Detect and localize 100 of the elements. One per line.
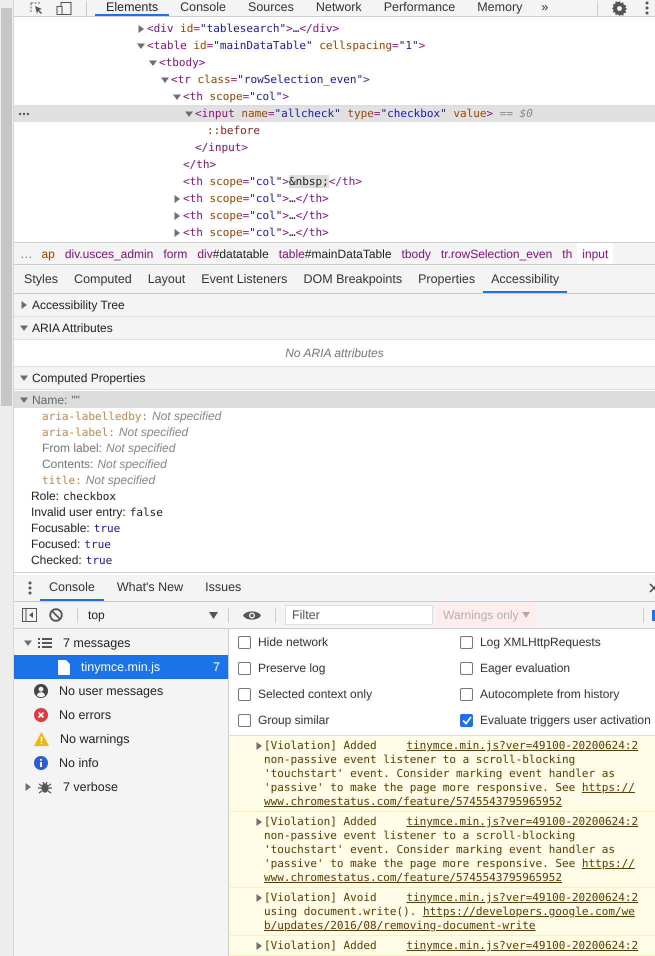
caret-down-icon[interactable] xyxy=(173,92,181,100)
breadcrumb-item[interactable]: ap xyxy=(36,243,60,264)
dom-tree-row[interactable]: <th scope="col"> xyxy=(14,88,655,105)
breadcrumb-item[interactable]: form xyxy=(158,243,192,264)
breadcrumb-item[interactable]: th xyxy=(557,243,578,264)
source-link[interactable]: tinymce.min.js?ver=49100-20200624:2 xyxy=(406,891,638,905)
caret-down-icon[interactable] xyxy=(24,639,32,647)
source-link[interactable]: tinymce.min.js?ver=49100-20200624:2 xyxy=(406,939,638,953)
checkbox[interactable] xyxy=(238,636,251,648)
checkbox[interactable] xyxy=(460,714,473,726)
sidebar-toggle-icon[interactable] xyxy=(22,608,37,622)
dom-tree-row[interactable]: <th scope="col">&nbsp;</th> xyxy=(14,173,655,190)
section-header[interactable]: Accessibility Tree xyxy=(14,294,655,317)
section-header[interactable]: Computed Properties xyxy=(14,367,655,390)
html-element-code: <tr class="rowSelection_even"> xyxy=(171,73,370,86)
scrollbar[interactable] xyxy=(0,0,14,956)
sidebar-item[interactable]: tinymce.min.js 7 xyxy=(14,655,228,679)
file-icon xyxy=(58,660,70,674)
devtools-tab[interactable]: Elements xyxy=(95,0,170,16)
more-options-icon[interactable] xyxy=(28,581,32,595)
breadcrumb-item[interactable]: input xyxy=(577,243,614,264)
breadcrumb-overflow-button[interactable]: … xyxy=(14,243,36,264)
devtools-tab[interactable]: Console xyxy=(169,0,237,16)
sidebar-item[interactable]: 7 messages xyxy=(14,631,228,655)
devtools-tab[interactable]: Sources xyxy=(236,0,305,16)
dom-tree-row[interactable]: <tbody> xyxy=(14,54,655,71)
checkbox[interactable] xyxy=(238,714,251,726)
caret-down-icon[interactable] xyxy=(161,76,169,84)
source-link[interactable]: tinymce.min.js?ver=49100-20200624:2 xyxy=(406,815,638,829)
sidebar-item[interactable]: No user messages xyxy=(14,679,228,703)
checkbox[interactable] xyxy=(460,688,473,700)
html-element-code: <th scope="col">…</th> xyxy=(183,226,329,239)
breadcrumb-item[interactable]: div.usces_admin xyxy=(60,243,158,264)
checkbox[interactable] xyxy=(460,662,473,674)
sidebar-item[interactable]: No warnings xyxy=(14,727,228,751)
caret-right-icon[interactable] xyxy=(173,194,181,202)
caret-right-icon[interactable] xyxy=(173,212,181,220)
sidebar-item[interactable]: No errors xyxy=(14,703,228,727)
more-options-icon[interactable] xyxy=(645,1,649,15)
checkbox[interactable] xyxy=(238,688,251,700)
clear-console-icon[interactable] xyxy=(49,608,63,622)
devtools-tab[interactable]: Memory xyxy=(466,0,534,16)
property-label: Invalid user entry: xyxy=(31,505,126,519)
sidebar-pane-tab[interactable]: Computed xyxy=(66,267,140,293)
message-title: [Violation] Added xyxy=(264,739,377,753)
name-source-label: aria-label: xyxy=(42,426,115,438)
breadcrumb-item[interactable]: tbody xyxy=(396,243,436,264)
dom-tree-row[interactable]: <div id="tablesearch">…</div> xyxy=(14,20,655,37)
devtools-tab[interactable]: Network xyxy=(304,0,373,16)
drawer-tab[interactable]: Issues xyxy=(196,575,250,601)
breadcrumb-item[interactable]: tr.rowSelection_even xyxy=(436,243,558,264)
caret-down-icon[interactable] xyxy=(185,110,193,118)
close-icon[interactable] xyxy=(649,583,655,593)
caret-down-icon[interactable] xyxy=(20,374,28,382)
section-header[interactable]: ARIA Attributes xyxy=(14,317,655,340)
context-dropdown[interactable]: top xyxy=(86,605,220,625)
caret-right-icon[interactable] xyxy=(255,818,263,826)
source-link[interactable]: tinymce.min.js?ver=49100-20200624:2 xyxy=(406,739,638,753)
dom-tree-row[interactable]: <th scope="col">…</th> xyxy=(14,207,655,224)
dom-tree-row[interactable]: <tr class="rowSelection_even"> xyxy=(14,71,655,88)
caret-down-icon[interactable] xyxy=(149,58,157,66)
sidebar-item[interactable]: 7 verbose xyxy=(14,775,228,799)
drawer-tab[interactable]: What's New xyxy=(108,575,192,601)
more-tabs-button[interactable]: » xyxy=(533,0,556,16)
caret-right-icon[interactable] xyxy=(137,24,145,32)
breadcrumb-item[interactable]: div#datatable xyxy=(192,243,274,264)
caret-down-icon[interactable] xyxy=(20,396,28,404)
sidebar-pane-tab[interactable]: Layout xyxy=(140,267,194,293)
caret-right-icon[interactable] xyxy=(255,894,263,902)
sidebar-pane-tab[interactable]: Event Listeners xyxy=(193,267,296,293)
sidebar-pane-tab[interactable]: Properties xyxy=(410,267,484,293)
eye-icon[interactable] xyxy=(243,610,261,620)
dom-tree-row[interactable]: <th scope="col">…</th> xyxy=(14,224,655,241)
error-icon xyxy=(34,708,48,722)
inspect-icon[interactable] xyxy=(30,2,44,14)
bug-icon xyxy=(38,780,52,794)
sidebar-item[interactable]: No info xyxy=(14,751,228,775)
dom-tree-row[interactable]: <input name="allcheck" type="checkbox" value> == $0 xyxy=(14,105,655,122)
caret-right-icon[interactable] xyxy=(20,301,28,309)
checkbox[interactable] xyxy=(238,662,251,674)
caret-right-icon[interactable] xyxy=(255,942,263,950)
caret-down-icon[interactable] xyxy=(137,42,145,50)
dom-tree-row[interactable]: <table id="mainDataTable" cellspacing="1"> xyxy=(14,37,655,54)
breadcrumb-item[interactable]: table#mainDataTable xyxy=(274,243,397,264)
name-property-row[interactable]: Name: "" xyxy=(14,391,655,408)
devtools-tab[interactable]: Performance xyxy=(372,0,466,16)
dom-tree-row[interactable]: <th scope="col">…</th> xyxy=(14,190,655,207)
caret-right-icon[interactable] xyxy=(255,742,263,750)
dom-tree-row[interactable]: ::before xyxy=(14,122,655,139)
checkbox[interactable] xyxy=(460,636,473,648)
caret-right-icon[interactable] xyxy=(173,228,181,236)
device-toggle-icon[interactable] xyxy=(56,2,72,14)
caret-down-icon[interactable] xyxy=(20,324,28,332)
sidebar-pane-tab[interactable]: Styles xyxy=(16,267,66,293)
more-icon[interactable] xyxy=(18,112,30,116)
sidebar-pane-tab[interactable]: DOM Breakpoints xyxy=(295,267,410,293)
checkbox-label: Preserve log xyxy=(258,661,326,675)
name-source-label: Contents: xyxy=(42,457,94,471)
filter-input[interactable]: Filter xyxy=(285,605,433,625)
caret-right-icon[interactable] xyxy=(24,783,32,791)
